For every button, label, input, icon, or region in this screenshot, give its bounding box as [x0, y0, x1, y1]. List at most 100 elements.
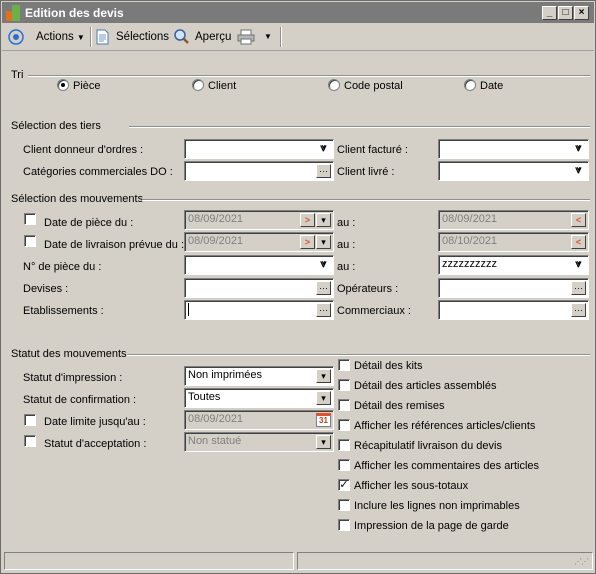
ellipsis-button[interactable]: ··· [571, 303, 586, 317]
tri-piece-radio[interactable] [57, 79, 69, 91]
client-livre-field[interactable]: ⩔ [438, 161, 589, 181]
text-cursor [188, 303, 189, 316]
etablissements-field[interactable]: ··· [184, 300, 334, 320]
confirmation-select[interactable]: Toutes ▾ [184, 388, 334, 408]
date-limite-checkbox[interactable] [24, 414, 36, 426]
num-piece-to-field[interactable]: zzzzzzzzzz ⩔ [438, 255, 589, 275]
toolbar-separator [90, 27, 92, 47]
tiers-title: Sélection des tiers [11, 120, 101, 132]
statut-divider [127, 354, 590, 356]
client-facture-field[interactable]: ⩔ [438, 139, 589, 159]
acceptation-value: Non statué [188, 435, 242, 447]
resize-grip-icon[interactable]: ⋰⋰ [574, 557, 589, 566]
apercu-button[interactable]: Aperçu [195, 29, 231, 45]
checkmark-icon: ✓ [339, 479, 349, 491]
option-articles-assembles-label: Détail des articles assemblés [354, 380, 497, 392]
double-chevron-down-icon[interactable]: ⩔ [571, 142, 586, 156]
arrow-right-icon[interactable]: > [300, 213, 315, 227]
dropdown-arrow-icon: ▼ [76, 33, 85, 42]
double-chevron-down-icon[interactable]: ⩔ [571, 164, 586, 178]
ellipsis-button[interactable]: ··· [316, 281, 331, 295]
tri-client-radio[interactable] [192, 79, 204, 91]
arrow-left-icon[interactable]: < [571, 213, 586, 227]
statut-title: Statut des mouvements [11, 348, 127, 360]
date-piece-to-value: 08/09/2021 [442, 213, 498, 225]
confirmation-label: Statut de confirmation : [23, 394, 137, 406]
tri-date-radio[interactable] [464, 79, 476, 91]
chevron-down-icon[interactable]: ▾ [316, 369, 331, 383]
double-chevron-down-icon[interactable]: ⩔ [316, 142, 331, 156]
option-references-checkbox[interactable] [338, 419, 350, 431]
calendar-icon[interactable]: 31 [316, 413, 331, 427]
edition-devis-window: Edition des devis _ □ × Actions ▼ Sélect… [0, 0, 596, 574]
arrow-left-icon[interactable]: < [571, 235, 586, 249]
date-livraison-from-field[interactable]: 08/09/2021 > ▾ [184, 232, 334, 252]
date-piece-to-field[interactable]: 08/09/2021 < [438, 210, 589, 230]
window-title: Edition des devis [25, 6, 124, 20]
ellipsis-button[interactable]: ··· [316, 303, 331, 317]
acceptation-checkbox[interactable] [24, 435, 36, 447]
ellipsis-button[interactable]: ··· [316, 164, 331, 178]
tri-piece-label: Pièce [73, 80, 101, 92]
impression-select[interactable]: Non imprimées ▾ [184, 366, 334, 386]
option-recap-livraison-label: Récapitulatif livraison du devis [354, 440, 502, 452]
chevron-down-icon[interactable]: ▾ [316, 213, 331, 227]
categories-field[interactable]: ··· [184, 161, 334, 181]
option-references-label: Afficher les références articles/clients [354, 420, 536, 432]
actions-label: Actions [36, 31, 74, 43]
acceptation-label: Statut d'acceptation : [44, 438, 147, 450]
impression-label: Statut d'impression : [23, 372, 123, 384]
option-articles-assembles-checkbox[interactable] [338, 379, 350, 391]
num-piece-to-value: zzzzzzzzzz [442, 258, 497, 270]
option-commentaires-checkbox[interactable] [338, 459, 350, 471]
date-piece-label: Date de pièce du : [44, 217, 134, 229]
option-commentaires-label: Afficher les commentaires des articles [354, 460, 540, 472]
option-page-garde-label: Impression de la page de garde [354, 520, 509, 532]
client-donneur-field[interactable]: ⩔ [184, 139, 334, 159]
commerciaux-field[interactable]: ··· [438, 300, 589, 320]
document-icon [96, 29, 109, 45]
status-bar: ⋰⋰ [4, 552, 593, 572]
double-chevron-down-icon[interactable]: ⩔ [571, 258, 586, 272]
date-piece-from-field[interactable]: 08/09/2021 > ▾ [184, 210, 334, 230]
double-chevron-down-icon[interactable]: ⩔ [316, 258, 331, 272]
option-detail-remises-checkbox[interactable] [338, 399, 350, 411]
chevron-down-icon[interactable]: ▾ [316, 435, 331, 449]
operateurs-field[interactable]: ··· [438, 278, 589, 298]
option-detail-remises-label: Détail des remises [354, 400, 445, 412]
option-lignes-non-imprimables-label: Inclure les lignes non imprimables [354, 500, 520, 512]
toolbar: Actions ▼ Sélections Aperçu ▼ [2, 23, 594, 51]
num-piece-from-field[interactable]: ⩔ [184, 255, 334, 275]
close-button[interactable]: × [574, 6, 589, 20]
option-lignes-non-imprimables-checkbox[interactable] [338, 499, 350, 511]
minimize-button[interactable]: _ [542, 6, 557, 20]
date-piece-checkbox[interactable] [24, 213, 36, 225]
tri-client-label: Client [208, 80, 237, 92]
au-label: au : [337, 261, 356, 273]
acceptation-select[interactable]: Non statué ▾ [184, 432, 334, 452]
date-limite-field[interactable]: 08/09/2021 31 [184, 410, 334, 430]
chevron-down-icon[interactable]: ▾ [316, 391, 331, 405]
ellipsis-button[interactable]: ··· [571, 281, 586, 295]
chevron-down-icon[interactable]: ▾ [316, 235, 331, 249]
option-detail-kits-checkbox[interactable] [338, 359, 350, 371]
client-donneur-label: Client donneur d'ordres : [23, 144, 144, 156]
option-page-garde-checkbox[interactable] [338, 519, 350, 531]
commerciaux-label: Commerciaux : [337, 305, 411, 317]
au-label: au : [337, 239, 356, 251]
printer-icon[interactable] [237, 29, 255, 45]
selections-button[interactable]: Sélections [116, 29, 169, 45]
maximize-button[interactable]: □ [558, 6, 573, 20]
actions-menu[interactable]: Actions ▼ [36, 29, 85, 45]
printer-dropdown-icon[interactable]: ▼ [264, 32, 272, 41]
target-icon[interactable] [8, 29, 24, 45]
date-livraison-to-field[interactable]: 08/10/2021 < [438, 232, 589, 252]
title-bar[interactable]: Edition des devis _ □ × [2, 2, 594, 23]
option-sous-totaux-checkbox[interactable]: ✓ [338, 479, 350, 491]
option-recap-livraison-checkbox[interactable] [338, 439, 350, 451]
arrow-right-icon[interactable]: > [300, 235, 315, 249]
date-livraison-checkbox[interactable] [24, 235, 36, 247]
num-piece-label: N° de pièce du : [23, 261, 102, 273]
tri-code-postal-radio[interactable] [328, 79, 340, 91]
devises-field[interactable]: ··· [184, 278, 334, 298]
